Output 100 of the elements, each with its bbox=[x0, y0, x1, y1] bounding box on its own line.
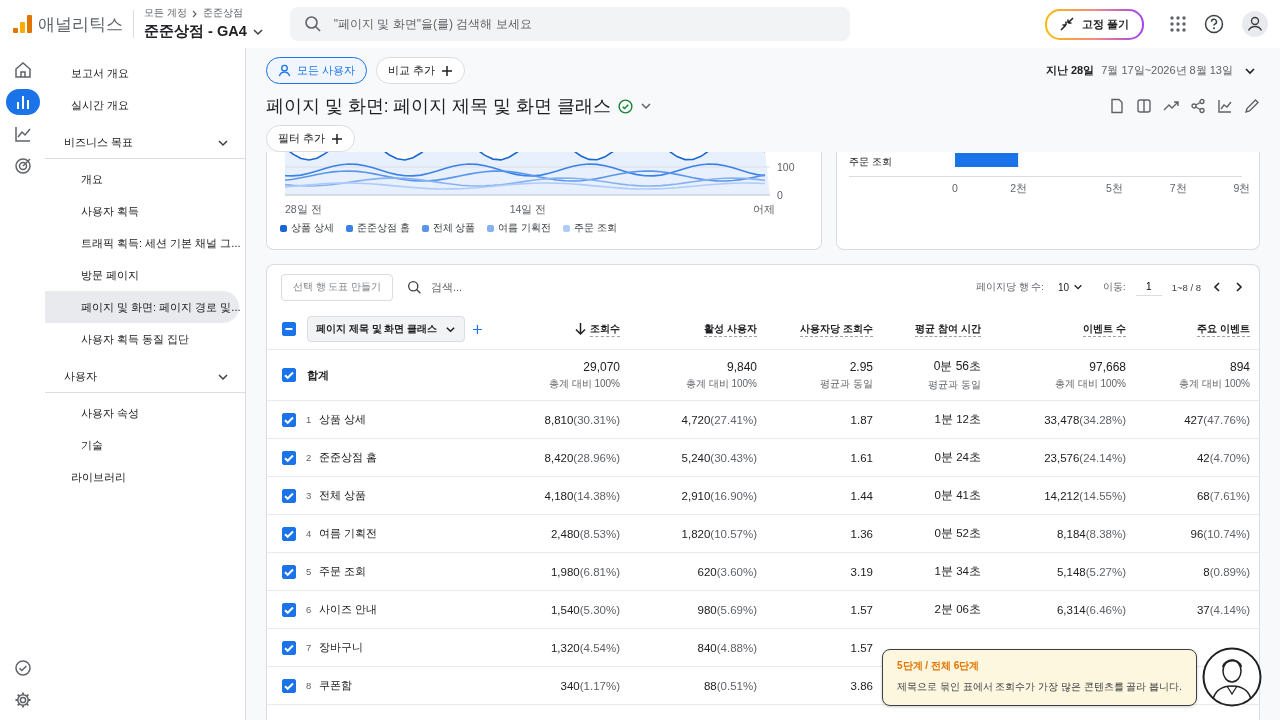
select-all-checkbox[interactable] bbox=[282, 322, 296, 336]
breadcrumb-item[interactable]: 모든 계정 bbox=[144, 7, 187, 20]
unpin-button[interactable]: 고정 풀기 bbox=[1044, 8, 1144, 40]
axis-tick-label: 100 bbox=[777, 161, 795, 173]
row-checkbox[interactable] bbox=[282, 368, 296, 382]
row-checkbox[interactable] bbox=[282, 450, 296, 465]
table-cell: 37(4.14%) bbox=[1196, 603, 1250, 616]
total-value: 2.95 bbox=[849, 359, 873, 374]
go-to-page-field[interactable]: 1 bbox=[1135, 278, 1162, 296]
analytics-logo-icon bbox=[12, 14, 32, 34]
page-title-cell: 주문 조회 bbox=[319, 564, 367, 579]
total-value: 894 bbox=[1229, 359, 1250, 374]
table-cell: 1,980(6.81%) bbox=[550, 565, 620, 578]
table-cell: 8(0.89%) bbox=[1203, 565, 1250, 578]
report-title: 페이지 및 화면: 페이지 제목 및 화면 클래스 bbox=[266, 95, 611, 118]
total-note: 총계 대비 100% bbox=[685, 376, 757, 391]
table-cell: 14,212(14.55%) bbox=[1044, 489, 1126, 502]
nav-item[interactable]: 실시간 개요 bbox=[45, 89, 239, 121]
axis-tick-label: 14일 전 bbox=[509, 203, 547, 215]
date-range-picker[interactable]: 지난 28일 7월 17일~2026년 8월 13일 bbox=[1045, 63, 1256, 78]
table-search-field[interactable]: 검색... bbox=[428, 280, 553, 294]
add-filter-button[interactable]: 필터 추가 bbox=[266, 125, 356, 152]
nav-section-header[interactable]: 비즈니스 목표 bbox=[45, 127, 245, 159]
row-number: 7 bbox=[306, 642, 312, 653]
column-header[interactable]: 조회수 bbox=[590, 321, 620, 337]
nav-item[interactable]: 보고서 개요 bbox=[45, 57, 239, 89]
plot-rows-button[interactable]: 선택 행 도표 만들기 bbox=[281, 273, 393, 301]
document-icon[interactable] bbox=[1109, 98, 1125, 114]
breadcrumb-item[interactable]: 준준상점 bbox=[202, 7, 243, 20]
page-title-cell: 장바구니 bbox=[319, 640, 364, 655]
split-view-icon[interactable] bbox=[1136, 98, 1152, 114]
column-header[interactable]: 사용자당 조회수 bbox=[800, 321, 873, 337]
nav-item[interactable]: 트래픽 획득: 세션 기본 채널 그... bbox=[45, 227, 239, 259]
table-cell: 1분 12초 bbox=[934, 412, 981, 427]
axis-tick-label: 9천 bbox=[1233, 182, 1249, 194]
previous-page-icon[interactable] bbox=[1211, 281, 1223, 293]
table-cell: 1.87 bbox=[850, 413, 873, 426]
row-number: 8 bbox=[306, 680, 312, 691]
table-cell: 3.19 bbox=[850, 565, 873, 578]
table-cell: 840(4.88%) bbox=[697, 641, 757, 654]
add-dimension-icon[interactable] bbox=[473, 323, 482, 335]
row-number: 5 bbox=[306, 566, 312, 577]
column-header[interactable]: 주요 이벤트 bbox=[1197, 321, 1250, 337]
bar-chart-nav-icon[interactable] bbox=[5, 89, 40, 115]
table-cell: 8,420(28.96%) bbox=[544, 451, 620, 464]
table-cell: 1.57 bbox=[850, 641, 873, 654]
axis-tick-label: 0 bbox=[777, 189, 783, 201]
chevron-down-icon[interactable] bbox=[639, 100, 652, 112]
row-number: 1 bbox=[306, 414, 312, 425]
column-header[interactable]: 이벤트 수 bbox=[1083, 321, 1126, 337]
row-checkbox[interactable] bbox=[282, 602, 296, 617]
table-cell: 6,314(6.46%) bbox=[1056, 603, 1126, 616]
nav-item[interactable]: 사용자 속성 bbox=[45, 397, 239, 429]
row-checkbox[interactable] bbox=[282, 564, 296, 579]
total-note: 총계 대비 100% bbox=[1178, 376, 1250, 391]
category-label: 주문 조회 bbox=[849, 156, 892, 167]
nav-item[interactable]: 개요 bbox=[45, 163, 239, 195]
nav-item[interactable]: 페이지 및 화면: 페이지 경로 및... bbox=[45, 291, 239, 323]
search-field[interactable]: "페이지 및 화면"을(를) 검색해 보세요 bbox=[289, 7, 850, 41]
row-checkbox[interactable] bbox=[282, 526, 296, 541]
nav-item[interactable]: 방문 페이지 bbox=[45, 259, 239, 291]
apps-grid-icon[interactable] bbox=[1170, 16, 1186, 32]
property-selector[interactable]: 준준상점 - GA4 bbox=[144, 22, 264, 41]
segment-chip[interactable]: 모든 사용자 bbox=[266, 57, 368, 84]
row-number: 2 bbox=[306, 452, 312, 463]
row-checkbox[interactable] bbox=[282, 412, 296, 427]
nav-item[interactable]: 사용자 획득 동질 집단 bbox=[45, 323, 239, 355]
table-cell: 68(7.61%) bbox=[1196, 489, 1250, 502]
column-header[interactable]: 평균 참여 시간 bbox=[915, 321, 981, 337]
table-cell: 0분 41초 bbox=[934, 488, 981, 503]
tour-step: 5단계 / 전체 6단계 bbox=[897, 658, 1182, 673]
add-comparison-button[interactable]: 비교 추가 bbox=[376, 57, 466, 84]
account-avatar-icon[interactable] bbox=[1242, 11, 1268, 37]
nav-section-header[interactable]: 사용자 bbox=[45, 361, 245, 393]
next-page-icon[interactable] bbox=[1233, 281, 1245, 293]
line-chart-icon[interactable] bbox=[1217, 98, 1233, 114]
column-header[interactable]: 활성 사용자 bbox=[704, 321, 757, 337]
table-cell: 1.57 bbox=[850, 603, 873, 616]
table-cell: 2,910(16.90%) bbox=[681, 489, 757, 502]
nav-item[interactable]: 기술 bbox=[45, 429, 239, 461]
total-note: 총계 대비 100% bbox=[1054, 376, 1126, 391]
nav-item[interactable]: 라이브러리 bbox=[45, 461, 239, 493]
row-checkbox[interactable] bbox=[282, 640, 296, 655]
help-icon[interactable] bbox=[1204, 14, 1224, 34]
dimension-selector[interactable]: 페이지 제목 및 화면 클래스 bbox=[307, 316, 466, 342]
pencil-icon[interactable] bbox=[1244, 98, 1260, 114]
table-cell: 1분 34초 bbox=[934, 564, 981, 579]
table-cell: 0분 24초 bbox=[934, 450, 981, 465]
row-checkbox[interactable] bbox=[282, 678, 296, 693]
rows-per-page-select[interactable]: 10 bbox=[1057, 281, 1084, 293]
share-icon[interactable] bbox=[1190, 98, 1206, 114]
chevron-right-icon bbox=[190, 9, 199, 18]
table-cell: 2분 06초 bbox=[934, 602, 981, 617]
table-cell: 1,540(5.30%) bbox=[550, 603, 620, 616]
table-cell: 8,184(8.38%) bbox=[1056, 527, 1126, 540]
axis-tick-label: 28일 전 bbox=[285, 203, 322, 215]
sort-descending-icon[interactable] bbox=[575, 323, 586, 335]
page-title-cell: 준준상점 홈 bbox=[319, 450, 378, 465]
row-checkbox[interactable] bbox=[282, 488, 296, 503]
nav-item[interactable]: 사용자 획득 bbox=[45, 195, 239, 227]
